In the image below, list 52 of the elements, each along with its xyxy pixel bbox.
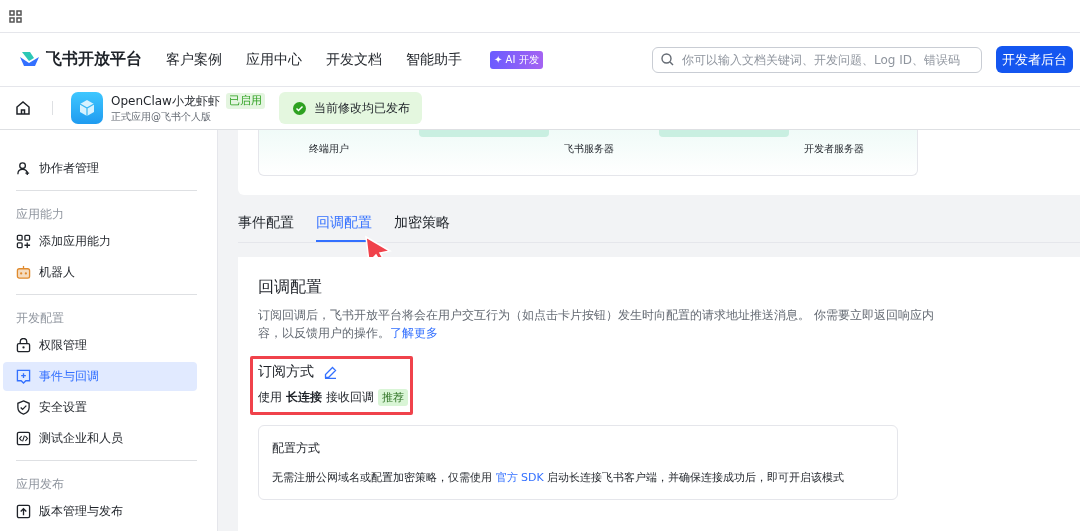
app-name: OpenClaw小龙虾虾: [111, 92, 220, 110]
sidebar-item[interactable]: 事件与回调: [3, 362, 197, 391]
developer-console-button[interactable]: 开发者后台: [996, 46, 1073, 73]
grid-menu-icon[interactable]: [9, 9, 22, 23]
diagram-label: 飞书服务器: [564, 142, 614, 156]
check-circle-icon: [292, 101, 306, 115]
app-subtitle: 正式应用@飞书个人版: [111, 109, 212, 124]
section-title: 回调配置: [258, 277, 323, 298]
app-icon: [71, 92, 103, 124]
status-tag: 已启用: [225, 93, 265, 109]
brand-name[interactable]: 飞书开放平台: [46, 49, 142, 70]
recommended-tag: 推荐: [377, 389, 408, 406]
section-heading: 应用发布: [16, 476, 64, 493]
sidebar-item[interactable]: 机器人: [3, 258, 197, 287]
sidebar-item[interactable]: 安全设置: [3, 393, 197, 422]
nav-link[interactable]: 应用中心: [246, 50, 302, 69]
shield-check-icon: [16, 400, 31, 415]
config-text: 无需注册公网域名或配置加密策略，仅需使用 官方 SDK 启动长连接飞书客户端，并确保连接成功后，即可开启该模式: [272, 470, 845, 485]
success-toast: 当前修改均已发布: [278, 92, 422, 124]
learn-more-link[interactable]: 了解更多: [390, 326, 438, 340]
logo-icon[interactable]: [18, 50, 40, 69]
diagram-label: 终端用户: [309, 142, 349, 156]
nav-link[interactable]: 客户案例: [166, 50, 222, 69]
tab[interactable]: 加密策略: [394, 214, 450, 242]
home-icon[interactable]: [15, 100, 31, 116]
config-title: 配置方式: [272, 440, 320, 457]
sidebar-item[interactable]: 添加应用能力: [3, 227, 197, 256]
search-icon: [661, 53, 674, 66]
message-plus-icon: [16, 369, 31, 384]
search-field[interactable]: 你可以输入文档关键词、开发问题、Log ID、错误码: [652, 46, 982, 73]
sidebar-item[interactable]: 版本管理与发布: [3, 497, 197, 526]
grid-plus-icon: [16, 234, 31, 249]
mode-text: 使用 长连接 接收回调: [258, 389, 374, 406]
sidebar-item[interactable]: 权限管理: [3, 331, 197, 360]
nav-link[interactable]: 开发文档: [326, 50, 382, 69]
section-heading: 开发配置: [16, 310, 64, 327]
ai-badge: ✦ AI 开发: [490, 50, 543, 69]
robot-icon: [16, 265, 31, 280]
tab[interactable]: 事件配置: [238, 214, 294, 242]
nav-link[interactable]: 智能助手: [406, 50, 462, 69]
diagram-label: 开发者服务器: [804, 142, 864, 156]
edit-icon[interactable]: [324, 365, 337, 379]
description-text: 订阅回调后，飞书开放平台将会在用户交互行为（如点击卡片按钮）发生时向配置的请求地址推送消息。 你需要立即返回响应内容，以反馈用户的操作。了解更多: [258, 307, 935, 342]
sidebar-item[interactable]: 协作者管理: [3, 154, 197, 183]
upload-icon: [16, 504, 31, 519]
lock-icon: [16, 338, 31, 353]
sdk-link[interactable]: 官方 SDK: [495, 471, 544, 484]
code-icon: [16, 431, 31, 446]
sidebar-item[interactable]: 测试企业和人员: [3, 424, 197, 453]
user-add-icon: [16, 161, 31, 176]
subscription-mode-title: 订阅方式: [258, 363, 314, 381]
section-heading: 应用能力: [16, 206, 64, 223]
